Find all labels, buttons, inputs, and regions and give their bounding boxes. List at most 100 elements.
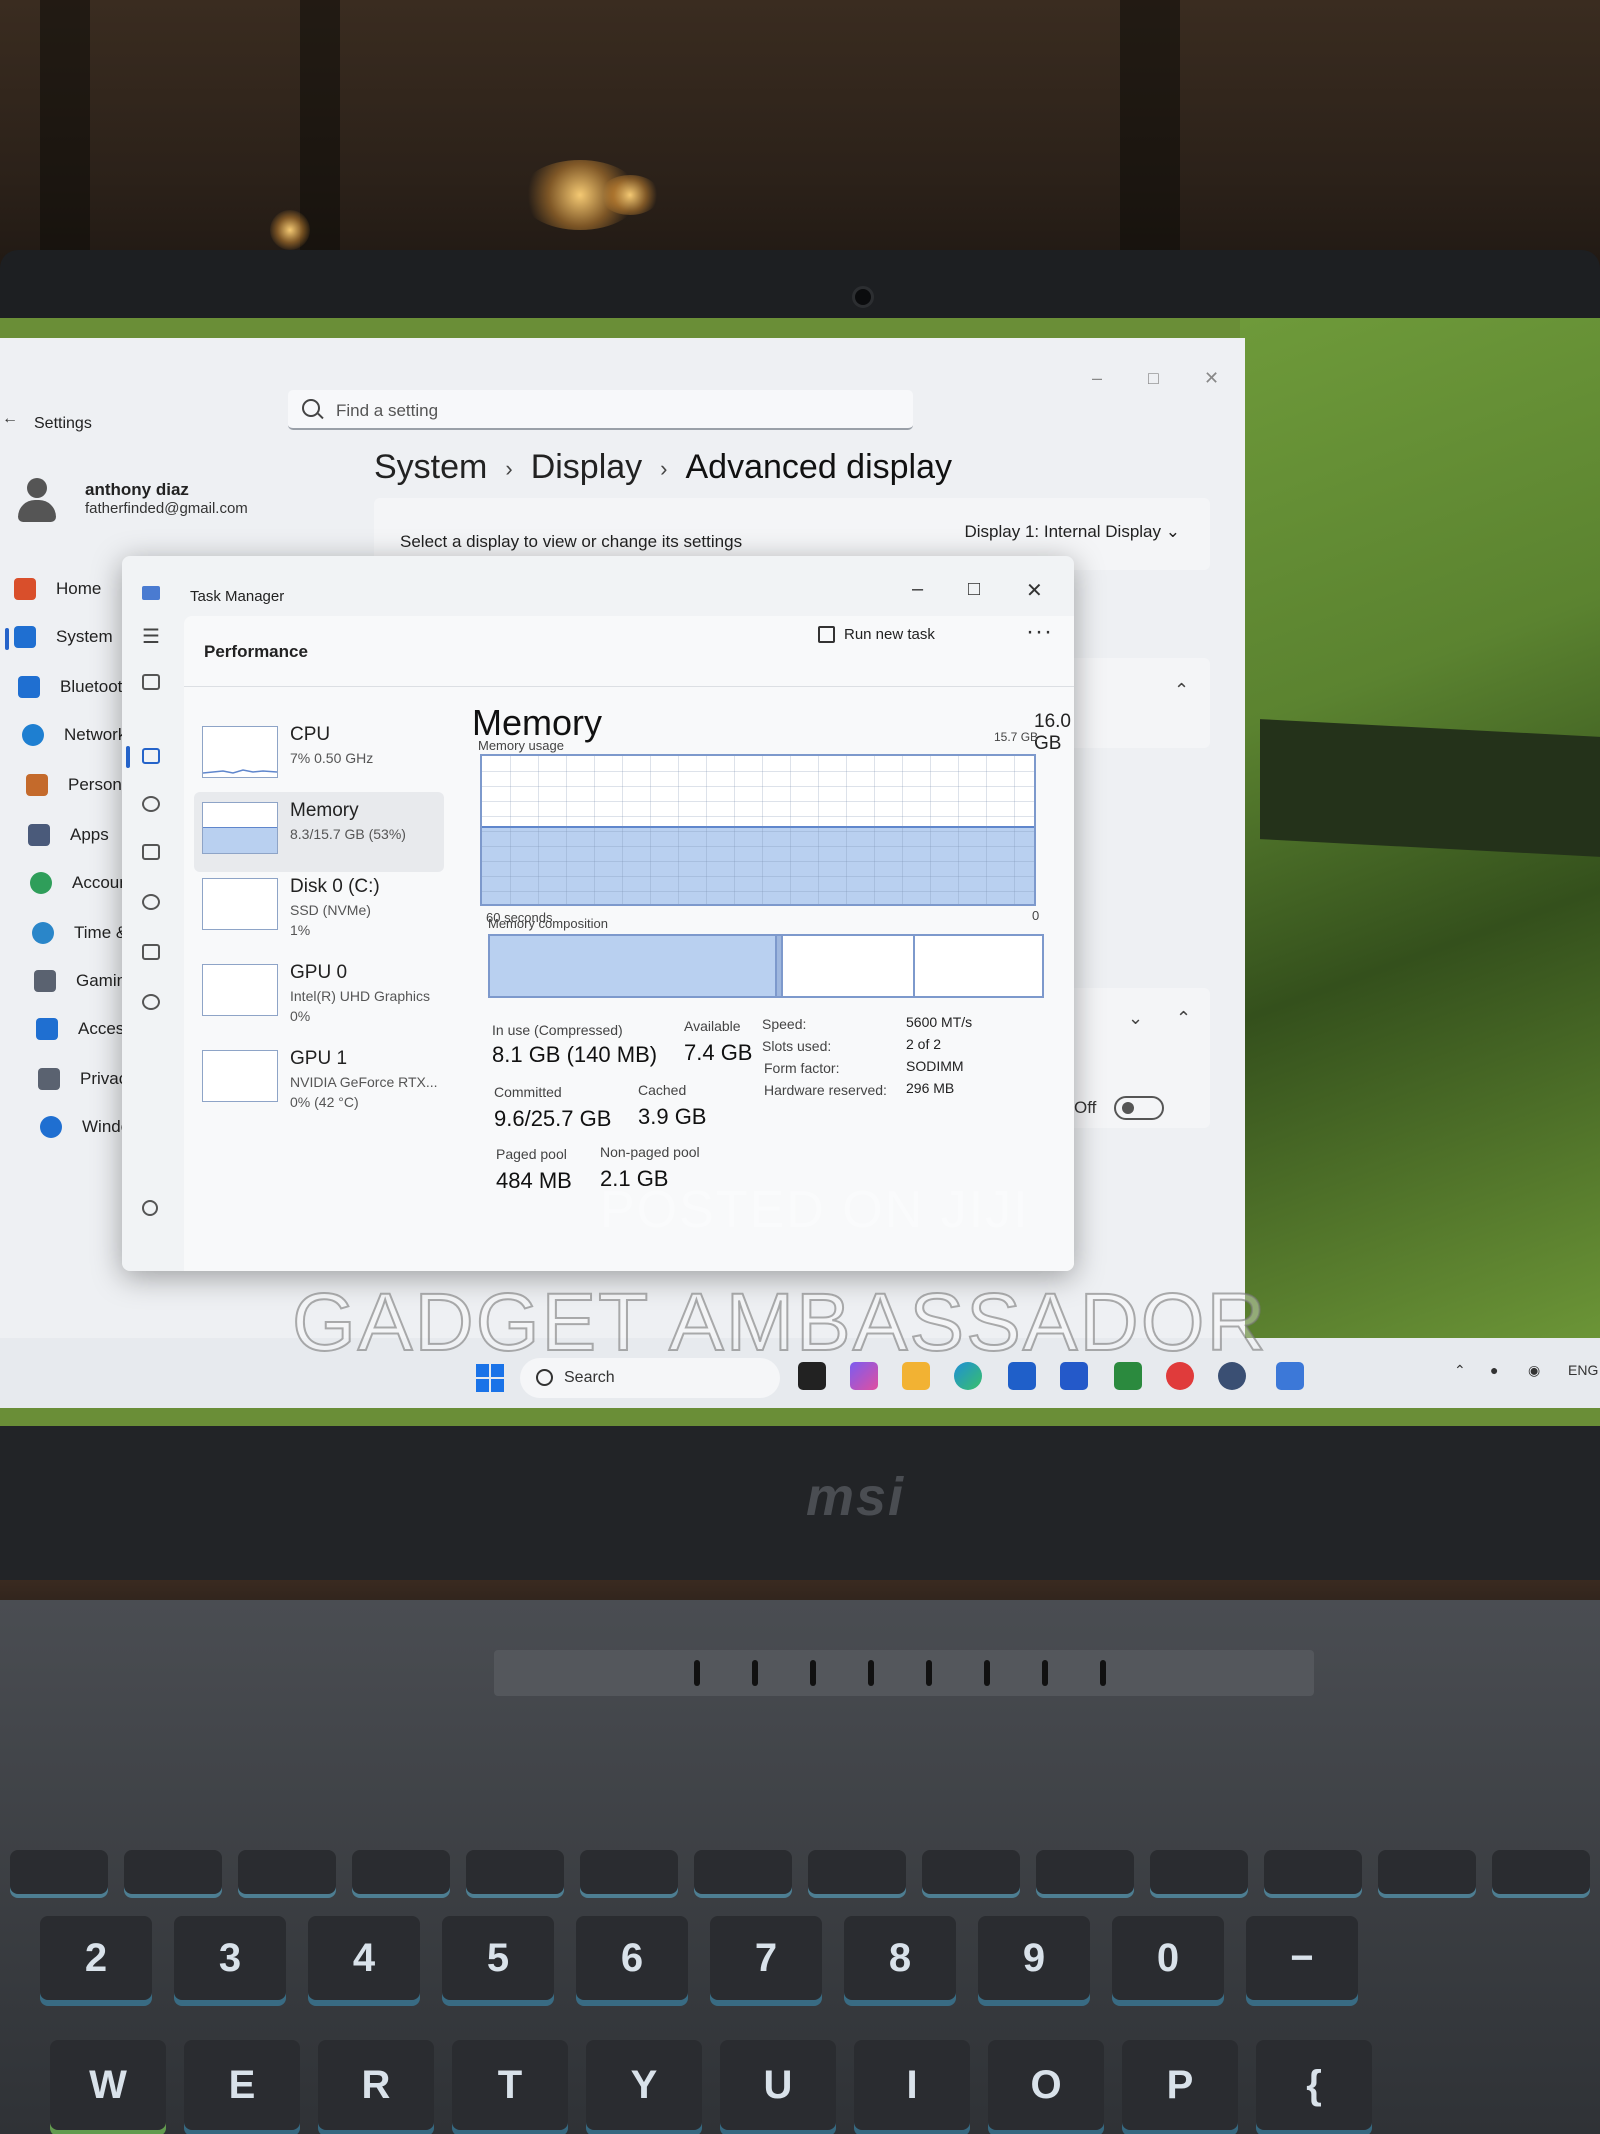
brand-logo: msi: [806, 1467, 906, 1527]
memory-usage-fill: [482, 825, 1034, 904]
function-key[interactable]: [1036, 1850, 1134, 1894]
hamburger-menu-icon[interactable]: ☰: [142, 624, 160, 649]
settings-search-input[interactable]: Find a setting: [288, 390, 913, 430]
performance-icon[interactable]: [142, 748, 160, 764]
function-key[interactable]: [922, 1850, 1020, 1894]
toggle-switch[interactable]: [1114, 1096, 1164, 1120]
run-new-task-button[interactable]: Run new task: [818, 626, 935, 643]
key-7[interactable]: 7: [710, 1916, 822, 2000]
resource-detail: 1%: [290, 922, 311, 938]
memory-total: 16.0 GB: [1034, 711, 1071, 754]
chevron-down-icon[interactable]: ⌄: [1128, 1008, 1143, 1029]
function-key[interactable]: [1378, 1850, 1476, 1894]
key-w[interactable]: W: [50, 2040, 166, 2130]
key-−[interactable]: −: [1246, 1916, 1358, 2000]
function-key[interactable]: [580, 1850, 678, 1894]
function-key[interactable]: [694, 1850, 792, 1894]
tm-close-button[interactable]: ✕: [1026, 578, 1043, 603]
resource-disk[interactable]: Disk 0 (C:) SSD (NVMe) 1%: [194, 868, 444, 948]
chevron-up-icon[interactable]: ⌃: [1454, 1362, 1466, 1379]
display-dropdown[interactable]: Display 1: Internal Display ⌄: [964, 522, 1180, 542]
resource-gpu0[interactable]: GPU 0 Intel(R) UHD Graphics 0%: [194, 954, 444, 1034]
app-history-icon[interactable]: [142, 796, 160, 812]
more-options-button[interactable]: ···: [1026, 618, 1053, 646]
key-6[interactable]: 6: [576, 1916, 688, 2000]
resource-detail: Intel(R) UHD Graphics: [290, 988, 431, 1004]
globe-clock-icon: [32, 922, 54, 944]
tray-app-icon[interactable]: ●: [1490, 1362, 1498, 1378]
function-key[interactable]: [808, 1850, 906, 1894]
minimize-button[interactable]: –: [1092, 368, 1102, 389]
spec-slots-value: 2 of 2: [906, 1036, 942, 1052]
maximize-button[interactable]: □: [1148, 368, 1159, 389]
graph-gridline: [482, 771, 1034, 772]
task-manager-icon[interactable]: [1276, 1362, 1304, 1390]
resource-cpu[interactable]: CPU 7% 0.50 GHz: [194, 716, 444, 796]
tray-app-icon[interactable]: ◉: [1528, 1362, 1540, 1379]
graph-gridline: [594, 756, 595, 904]
breadcrumb-system[interactable]: System: [374, 448, 487, 487]
key-4[interactable]: 4: [308, 1916, 420, 2000]
laptop-screen: ← Settings – □ ✕ Find a setting anthony …: [0, 318, 1600, 1426]
key-3[interactable]: 3: [174, 1916, 286, 2000]
key-u[interactable]: U: [720, 2040, 836, 2130]
function-key[interactable]: [466, 1850, 564, 1894]
resource-gpu1[interactable]: GPU 1 NVIDIA GeForce RTX... 0% (42 °C): [194, 1040, 444, 1120]
key-e[interactable]: E: [184, 2040, 300, 2130]
key-8[interactable]: 8: [844, 1916, 956, 2000]
breadcrumb-display[interactable]: Display: [531, 448, 642, 487]
run-new-task-label: Run new task: [844, 626, 935, 643]
chevron-up-icon[interactable]: ⌃: [1174, 680, 1189, 701]
chevron-up-icon[interactable]: ⌃: [1176, 1008, 1191, 1029]
graph-gridline: [482, 801, 1034, 802]
graph-gridline: [986, 756, 987, 904]
close-button[interactable]: ✕: [1204, 368, 1219, 389]
sidebar-item-label: Bluetoot: [60, 677, 123, 696]
key-9[interactable]: 9: [978, 1916, 1090, 2000]
back-arrow-icon[interactable]: ←: [2, 410, 18, 428]
language-indicator[interactable]: ENG: [1568, 1362, 1598, 1378]
startup-apps-icon[interactable]: [142, 844, 160, 860]
key-o[interactable]: O: [988, 2040, 1104, 2130]
graph-gridline: [482, 816, 1034, 817]
function-key[interactable]: [238, 1850, 336, 1894]
function-key[interactable]: [1264, 1850, 1362, 1894]
memory-usage-graph: [480, 754, 1036, 906]
settings-gear-icon[interactable]: [142, 1200, 158, 1216]
function-key[interactable]: [352, 1850, 450, 1894]
header-divider: [184, 686, 1074, 687]
function-key[interactable]: [1150, 1850, 1248, 1894]
key-y[interactable]: Y: [586, 2040, 702, 2130]
resource-detail: 0% (42 °C): [290, 1094, 359, 1110]
key-i[interactable]: I: [854, 2040, 970, 2130]
key-p[interactable]: P: [1122, 2040, 1238, 2130]
key-t[interactable]: T: [452, 2040, 568, 2130]
resource-memory[interactable]: Memory 8.3/15.7 GB (53%): [194, 792, 444, 872]
avatar[interactable]: [16, 478, 58, 526]
monitor-icon: [14, 626, 36, 648]
graph-gridline: [818, 756, 819, 904]
function-key[interactable]: [10, 1850, 108, 1894]
function-key[interactable]: [1492, 1850, 1590, 1894]
key-0[interactable]: 0: [1112, 1916, 1224, 2000]
key-2[interactable]: 2: [40, 1916, 152, 2000]
vent-slot: [694, 1660, 700, 1686]
details-icon[interactable]: [142, 944, 160, 960]
memory-usage-label: Memory usage: [478, 738, 564, 753]
nav-active-indicator: [5, 628, 9, 650]
services-icon[interactable]: [142, 994, 160, 1010]
tm-maximize-button[interactable]: □: [968, 578, 980, 601]
bluetooth-icon: [18, 676, 40, 698]
key-r[interactable]: R: [318, 2040, 434, 2130]
users-icon[interactable]: [142, 894, 160, 910]
key-5[interactable]: 5: [442, 1916, 554, 2000]
background-lamp: [600, 175, 660, 215]
graph-gridline: [482, 786, 1034, 787]
tm-minimize-button[interactable]: –: [912, 578, 923, 601]
function-key[interactable]: [124, 1850, 222, 1894]
key-{[interactable]: {: [1256, 2040, 1372, 2130]
processes-icon[interactable]: [142, 674, 160, 690]
taskbar-search-placeholder: Search: [564, 1369, 615, 1386]
in-use-label: In use (Compressed): [492, 1022, 623, 1038]
resource-detail: 0%: [290, 1008, 311, 1024]
